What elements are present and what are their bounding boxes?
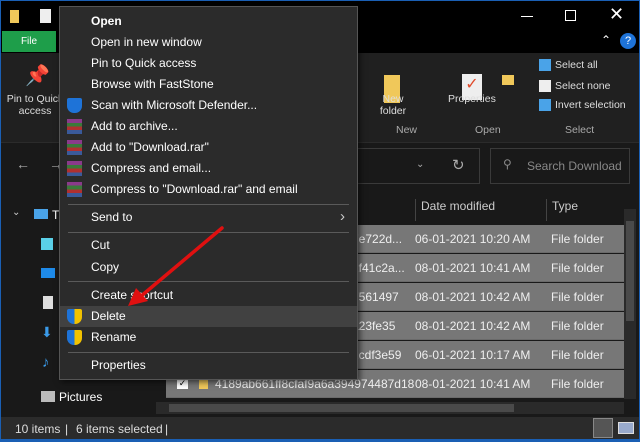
red-arrow-annotation	[128, 226, 224, 306]
